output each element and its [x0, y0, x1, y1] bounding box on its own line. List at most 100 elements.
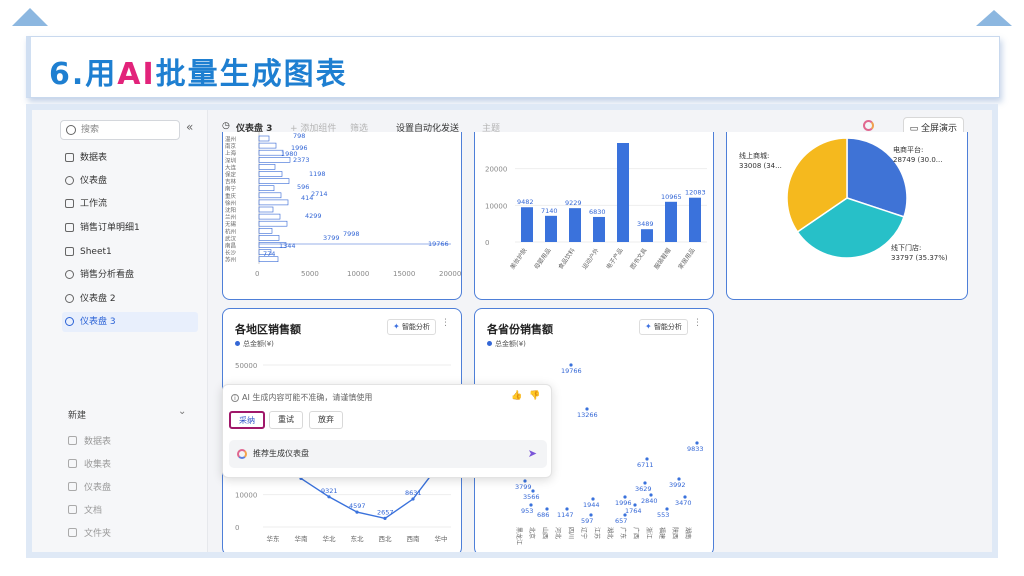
- category-tick-label: 图书文具: [628, 247, 648, 271]
- city-tick-label: 南宁: [225, 185, 237, 193]
- new-dashboard[interactable]: 仪表盘: [68, 480, 111, 493]
- city-tick-label: 南昌: [225, 242, 236, 250]
- city-tick-label: 杭州: [225, 227, 236, 235]
- sidebar-item-dashboard-3[interactable]: 仪表盘 3: [62, 312, 198, 332]
- info-icon: i: [231, 394, 239, 402]
- sidebar-item-workflow[interactable]: 工作流: [62, 194, 198, 214]
- city-value-label: 1344: [279, 242, 296, 250]
- region-tick-label: 西南: [407, 534, 421, 543]
- accept-button[interactable]: 采纳: [229, 411, 265, 429]
- search-input[interactable]: 搜索: [60, 120, 180, 140]
- retry-button[interactable]: 重试: [269, 411, 303, 429]
- sidebar-item-label: 仪表盘: [80, 176, 108, 186]
- new-item-label: 仪表盘: [84, 483, 112, 493]
- province-tick-label: 江苏: [593, 527, 601, 539]
- city-bar: [258, 142, 277, 149]
- title-prefix: 6.用: [49, 57, 118, 92]
- sidebar-item-label: 销售订单明细1: [80, 223, 140, 233]
- sidebar-item-dashboard[interactable]: 仪表盘: [62, 171, 198, 191]
- new-form[interactable]: 收集表: [68, 457, 111, 470]
- sidebar-item-label: 销售分析看盘: [80, 270, 135, 280]
- city-tick-label: 南京: [225, 142, 237, 150]
- sidebar-item-label: 工作流: [80, 199, 108, 209]
- province-tick-label: 山西: [541, 527, 549, 539]
- city-bar: [258, 149, 284, 156]
- dashboard-icon: [65, 294, 74, 303]
- region-point: [355, 510, 359, 514]
- y-tick-label: 20000: [485, 166, 507, 174]
- category-bar: [521, 207, 533, 242]
- city-tick-label: 深圳: [225, 156, 237, 164]
- dashboard-icon: [68, 482, 77, 491]
- city-tick-label: 苏州: [225, 256, 236, 264]
- city-value-label: 774: [263, 250, 275, 258]
- bar-value-label: 9229: [565, 199, 582, 207]
- city-bar: [258, 185, 275, 192]
- province-value-label: 597: [581, 517, 593, 525]
- province-tick-label: 河北: [554, 527, 562, 539]
- new-item-label: 文档: [84, 506, 103, 516]
- decor-triangle-left: [12, 8, 48, 26]
- city-bar: [258, 199, 289, 206]
- region-tick-label: 华中: [435, 534, 448, 543]
- city-bar: [258, 228, 273, 234]
- y-tick-label: 0: [485, 239, 489, 247]
- sidebar-item-dashboard-2[interactable]: 仪表盘 2: [62, 289, 198, 309]
- city-value-label: 4299: [305, 212, 322, 220]
- new-document[interactable]: 文档: [68, 503, 102, 516]
- bar-value-label: 6830: [589, 208, 606, 216]
- x-tick-label: 5000: [301, 270, 319, 278]
- new-item-label: 数据表: [84, 437, 112, 447]
- chevron-down-icon[interactable]: ⌄: [178, 406, 186, 417]
- region-point: [411, 497, 415, 501]
- category-bar: [665, 201, 677, 242]
- region-tick-label: 西北: [379, 535, 393, 543]
- sidebar-item-data-table[interactable]: 数据表: [62, 148, 198, 168]
- discard-button[interactable]: 放弃: [309, 411, 343, 429]
- category-sales-card[interactable]: 0 10000 20000 9482 美妆护肤 7140 母婴用品 9229 食品饮料 6830…: [474, 132, 714, 300]
- send-icon[interactable]: ➤: [528, 440, 537, 468]
- province-value-label: 3629: [635, 485, 652, 493]
- sidebar-item-sales-orders[interactable]: 销售订单明细1: [62, 218, 198, 238]
- channel-pie-card[interactable]: 线上商城: 33008 (34... 电商平台: 28749 (30.0... …: [726, 132, 968, 300]
- new-data-table[interactable]: 数据表: [68, 434, 111, 447]
- category-tick-label: 服装鞋帽: [652, 247, 672, 271]
- category-bar: [545, 215, 557, 242]
- pie-label-offline: 线下门店:: [891, 243, 921, 252]
- suggest-dashboard-input[interactable]: 推荐生成仪表盘 ➤: [229, 440, 547, 468]
- ai-assistant-icon[interactable]: [863, 120, 874, 131]
- pie-value-offline: 33797 (35.37%): [891, 254, 948, 262]
- dashboard-icon: [65, 317, 74, 326]
- category-bar: [593, 216, 605, 242]
- city-value-label: 1996: [291, 144, 308, 152]
- province-tick-label: 黑龙江: [515, 527, 523, 545]
- thumbs-up-icon[interactable]: 👍: [511, 391, 522, 401]
- new-item-label: 文件夹: [84, 529, 112, 539]
- x-tick-label: 15000: [393, 270, 415, 278]
- region-tick-label: 东北: [351, 534, 365, 543]
- ai-assistant-icon: [237, 449, 247, 459]
- category-tick-label: 食品饮料: [556, 247, 576, 271]
- y-tick-label: 0: [235, 524, 239, 532]
- province-value-label: 3566: [523, 493, 540, 501]
- region-point: [327, 495, 331, 499]
- province-tick-label: 四川: [567, 527, 574, 539]
- dashboard-icon: [65, 176, 74, 185]
- sidebar-item-sheet1[interactable]: Sheet1: [62, 242, 198, 262]
- y-tick-label: 10000: [235, 492, 257, 500]
- province-tick-label: 广东: [619, 527, 627, 539]
- sidebar-item-label: 数据表: [80, 153, 108, 163]
- sidebar-item-label: 仪表盘 3: [80, 317, 116, 327]
- thumbs-down-icon[interactable]: 👎: [529, 391, 540, 401]
- region-tick-label: 华北: [323, 534, 337, 543]
- city-sales-card[interactable]: 温州 南京 上海 深圳 大连 保定 吉林 南宁 重庆 徐州 沈阳 兰州 无锡 杭州 武汉 南昌 长沙 苏州 774 1…: [222, 132, 462, 300]
- collapse-sidebar-icon[interactable]: «: [186, 120, 193, 134]
- province-tick-label: 陕西: [671, 527, 679, 539]
- city-bar: [258, 220, 288, 227]
- table-icon: [68, 436, 77, 445]
- sidebar-item-sales-analysis[interactable]: 销售分析看盘: [62, 265, 198, 285]
- new-folder[interactable]: 文件夹: [68, 526, 111, 539]
- pie-label-online-mall: 线上商城:: [739, 151, 769, 160]
- city-bar: [258, 192, 282, 199]
- slide-title: 6.用AI批量生成图表: [49, 49, 348, 93]
